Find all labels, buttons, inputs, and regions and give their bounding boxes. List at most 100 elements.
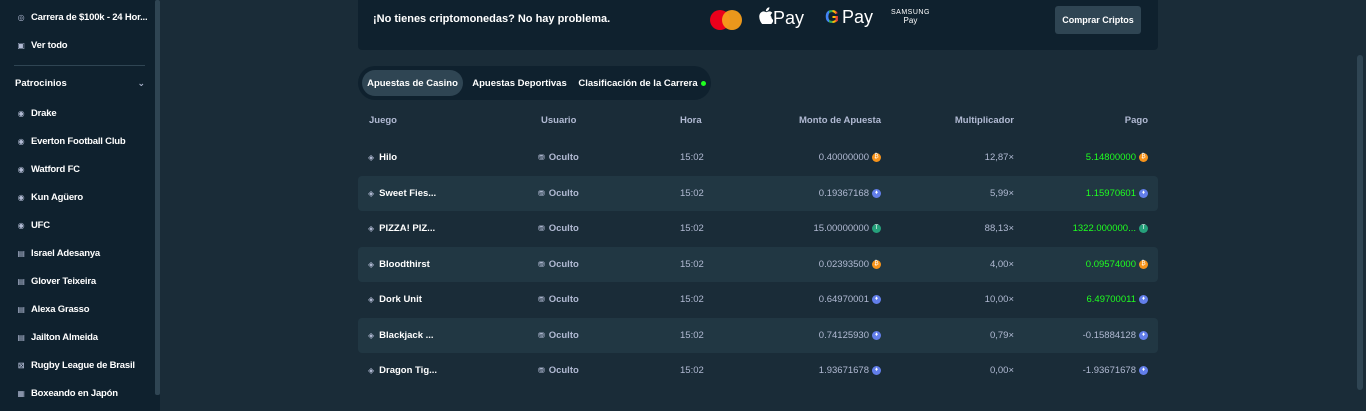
table-row[interactable]: ◈ PIZZA! PIZ... ⛃ Oculto 15:02 15.00000000 T 88… [358,211,1158,246]
payout-cell: 1.15970601 ♦ [1086,176,1148,211]
table-row[interactable]: ◈ Dork Unit ⛃ Oculto 15:02 0.64970001 ♦ 10,00× 6… [358,282,1158,317]
sidebar: ◎ Carrera de $100k - 24 Hor... ▣ Ver tod… [0,0,160,411]
time-cell: 15:02 [680,187,704,199]
sidebar-item-kun-aguero[interactable]: ◉ Kun Agüero [16,187,84,207]
game-cell[interactable]: ◈ Dragon Tig... [368,353,437,388]
game-cell[interactable]: ◈ Dork Unit [368,282,422,317]
payout-value: 1.15970601 [1085,187,1136,199]
boxing-icon: ▦ [17,388,25,398]
table-row[interactable]: ◈ Hilo ⛃ Oculto 15:02 0.40000000 ₿ 12,87× 5.1480… [358,140,1158,175]
apple-icon [759,7,774,29]
payout-cell: 6.49700011 ♦ [1087,282,1148,317]
sidebar-item-ufc[interactable]: ◉ UFC [16,215,51,235]
payout-cell: 1322.000000... T [1073,211,1148,246]
user-name: Oculto [548,152,579,163]
amount-cell: 0.40000000 ₿ [819,140,881,175]
sidebar-scrollbar[interactable] [155,0,160,395]
user-name: Oculto [548,258,579,270]
banner-text: ¡No tienes criptomonedas? No hay problem… [373,13,611,25]
user-cell: ⛃ Oculto [538,211,579,246]
rugby-icon: ⊠ [17,360,25,370]
game-icon: ◈ [368,366,375,375]
game-cell[interactable]: ◈ Bloodthirst [368,247,430,282]
sidebar-item-race[interactable]: ◎ Carrera de $100k - 24 Hor... [16,7,148,27]
sidebar-section-sponsorships[interactable]: Patrocinios ⌄ [15,73,145,93]
game-cell[interactable]: ◈ Hilo [368,140,397,175]
table-row[interactable]: ◈ Sweet Fies... ⛃ Oculto 15:02 0.19367168 ♦ 5,9… [358,175,1158,211]
sidebar-item-label: Glover Teixeira [31,275,96,287]
amount-value: 0.02393500 [818,258,869,270]
col-header-game: Juego [369,115,397,126]
amount-cell: 0.02393500 ₿ [819,247,881,282]
sidebar-item-jailton-almeida[interactable]: ▤ Jailton Almeida [16,327,98,347]
col-header-amount: Monto de Apuesta [799,115,881,126]
col-header-multiplier: Multiplicador [954,115,1014,126]
table-row[interactable]: ◈ Bloodthirst ⛃ Oculto 15:02 0.02393500 ₿ 4,00×… [358,246,1158,282]
game-name: Hilo [379,152,398,163]
sidebar-item-israel-adesanya[interactable]: ▤ Israel Adesanya [16,243,100,263]
sidebar-item-everton[interactable]: ◉ Everton Football Club [16,131,126,151]
race-icon: ◎ [17,12,25,22]
time-cell: 15:02 [680,294,704,305]
time-cell: 15:02 [680,329,704,341]
hidden-user-icon: ⛃ [538,259,545,269]
sidebar-item-rugby-brasil[interactable]: ⊠ Rugby League de Brasil [16,355,135,375]
sponsor-icon: ◉ [17,220,25,230]
sidebar-item-alexa-grasso[interactable]: ▤ Alexa Grasso [16,299,89,319]
tab-sports-bets[interactable]: Apuestas Deportivas [467,70,572,96]
sidebar-item-boxing-japan[interactable]: ▦ Boxeando en Japón [16,383,118,403]
sidebar-item-label: Everton Football Club [31,135,126,147]
usdt-coin-icon: T [872,224,881,233]
sidebar-item-label: Israel Adesanya [31,247,100,259]
hidden-user-icon: ⛃ [538,188,545,198]
buy-crypto-button[interactable]: Comprar Criptos [1055,6,1141,34]
hidden-user-icon: ⛃ [538,330,545,340]
table-row[interactable]: ◈ Blackjack ... ⛃ Oculto 15:02 0.74125930 ♦ 0,7… [358,317,1158,353]
payout-cell: -1.93671678 ♦ [1083,353,1148,388]
game-name: Blackjack ... [379,329,434,341]
chevron-down-icon: ⌄ [137,77,145,88]
football-icon: ◉ [17,192,25,202]
sidebar-item-drake[interactable]: ◉ Drake [16,103,57,123]
fighter-icon: ▤ [17,304,25,314]
fighter-icon: ▤ [17,276,25,286]
sidebar-item-view-all[interactable]: ▣ Ver todo [16,35,67,55]
amount-value: 1.93671678 [818,365,869,376]
sponsor-icon: ◉ [17,108,25,118]
payout-value: -0.15884128 [1082,329,1136,341]
crypto-banner: ¡No tienes criptomonedas? No hay problem… [358,0,1158,50]
samsung-pay-logo: SAMSUNG Pay [891,9,930,25]
user-name: Oculto [548,365,579,376]
samsung-pay-bottom: Pay [903,16,918,25]
payout-value: -1.93671678 [1082,365,1136,376]
game-cell[interactable]: ◈ Blackjack ... [368,318,434,353]
user-cell: ⛃ Oculto [538,140,579,175]
table-row[interactable]: ◈ Dragon Tig... ⛃ Oculto 15:02 1.93671678 ♦ 0,0… [358,353,1158,388]
tab-race-leaderboard[interactable]: Clasificación de la Carrera [577,70,707,96]
eth-coin-icon: ♦ [872,295,881,304]
live-dot-icon [700,80,706,86]
multiplier-cell: 0,79× [989,329,1014,341]
amount-cell: 0.74125930 ♦ [819,318,881,353]
google-icon: G [825,7,840,27]
sidebar-item-label: Watford FC [31,163,80,175]
amount-value: 0.40000000 [818,152,869,163]
amount-cell: 0.64970001 ♦ [819,282,881,317]
user-cell: ⛃ Oculto [538,282,579,317]
game-cell[interactable]: ◈ Sweet Fies... [368,176,436,211]
user-name: Oculto [548,187,579,199]
google-pay-logo: G Pay [825,7,873,28]
eth-coin-icon: ♦ [1139,295,1148,304]
col-header-payout: Pago [1124,115,1148,126]
game-icon: ◈ [368,259,375,269]
game-cell[interactable]: ◈ PIZZA! PIZ... [368,211,435,246]
amount-value: 0.19367168 [818,187,869,199]
tab-casino-bets[interactable]: Apuestas de Casino [362,70,463,96]
gift-icon: ▣ [17,40,25,50]
sidebar-item-label: UFC [31,219,50,231]
page-scrollbar[interactable] [1357,55,1363,390]
user-cell: ⛃ Oculto [538,176,579,211]
apple-pay-logo: Pay [759,7,804,29]
sidebar-item-glover-teixeira[interactable]: ▤ Glover Teixeira [16,271,96,291]
sidebar-item-watford[interactable]: ◉ Watford FC [16,159,80,179]
